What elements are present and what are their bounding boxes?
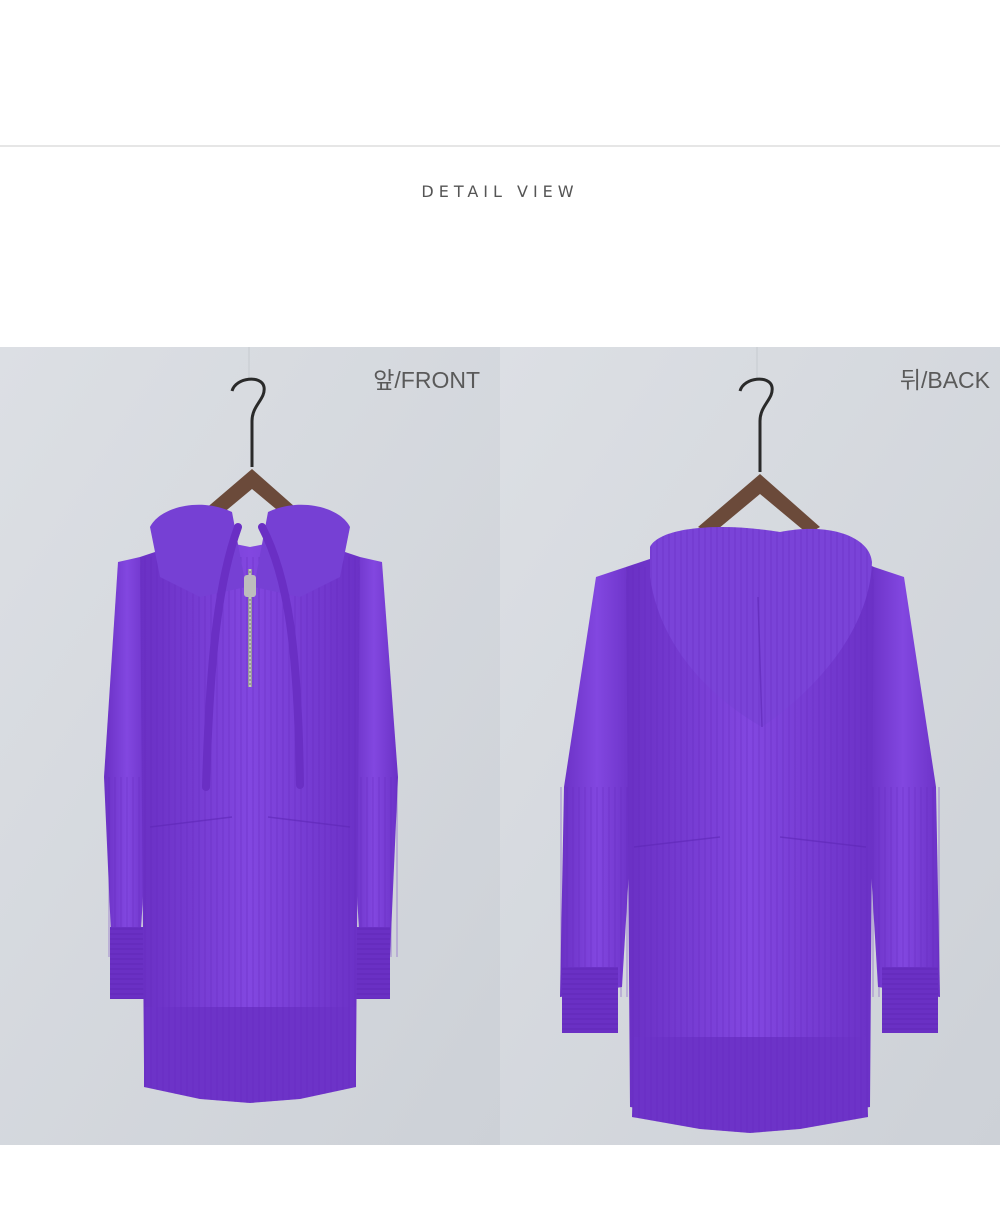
back-hoodie-image — [500, 347, 1000, 1145]
front-view-photo: 앞/FRONT — [0, 347, 500, 1145]
top-divider — [0, 145, 1000, 147]
front-label: 앞/FRONT — [373, 367, 480, 393]
front-hoodie-image — [0, 347, 500, 1145]
back-label: 뒤/BACK — [899, 367, 990, 393]
back-view-photo: 뒤/BACK — [500, 347, 1000, 1145]
section-title: DETAIL VIEW — [421, 182, 579, 201]
